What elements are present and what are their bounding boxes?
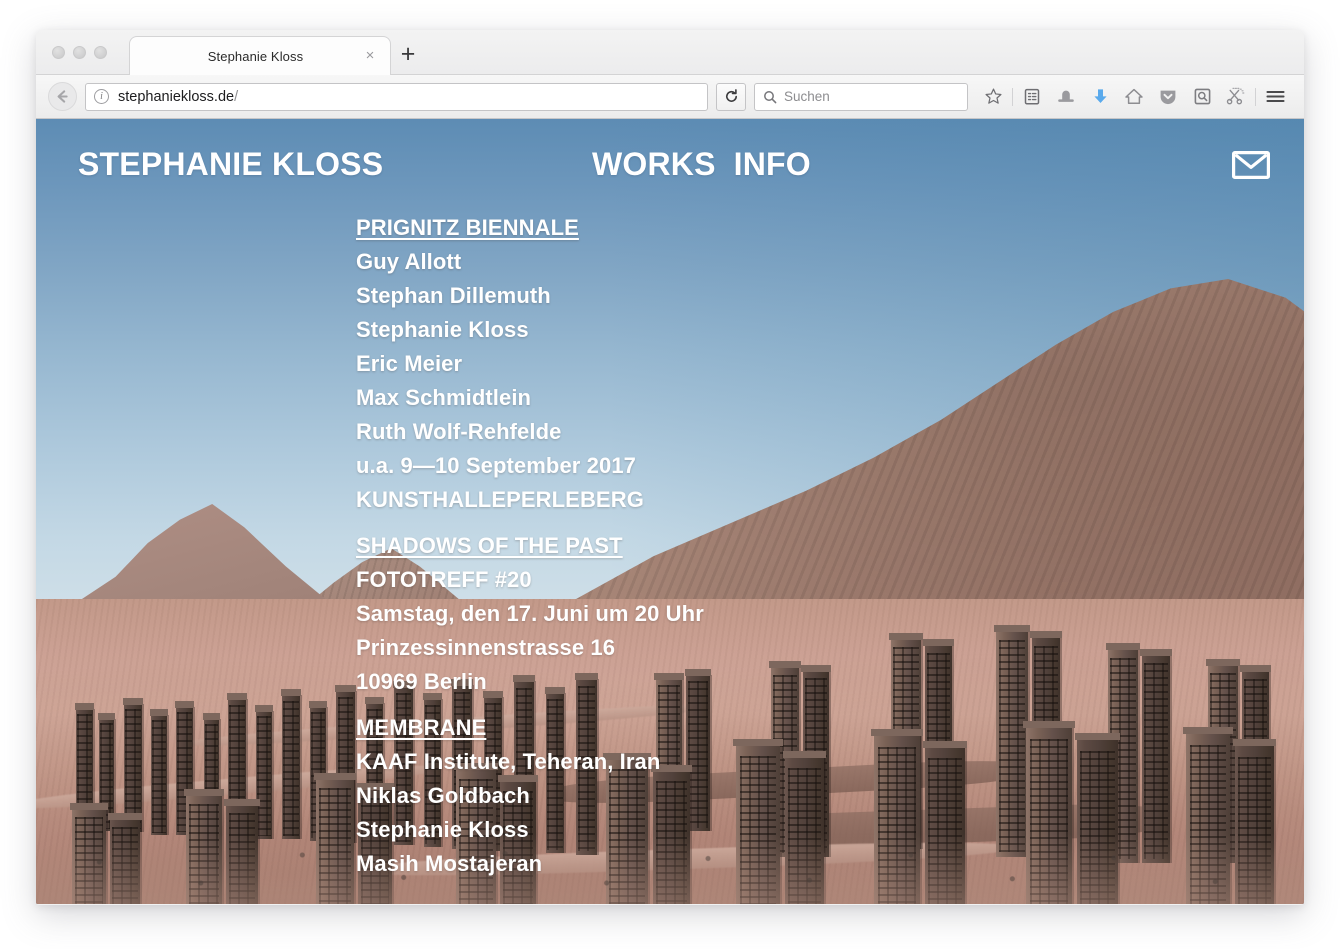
site-info-icon[interactable]: i — [94, 89, 109, 104]
reload-button[interactable] — [716, 82, 746, 111]
search-icon — [764, 90, 777, 103]
screenshot-scissors-icon — [1226, 87, 1245, 105]
block-line: Masih Mostajeran — [356, 851, 543, 876]
tower-block — [994, 625, 1030, 857]
library-icon — [1024, 88, 1040, 105]
bookmark-star-button[interactable] — [976, 82, 1010, 112]
downloads-icon — [1093, 89, 1107, 103]
block-line: Niklas Goldbach — [356, 783, 530, 808]
toolbar-divider — [1012, 87, 1013, 106]
page-viewport: STEPHANIE KLOSS WORKS INFO PRIGNITZ BIEN… — [36, 119, 1304, 904]
url-host: stephaniekloss.de — [118, 88, 235, 105]
envelope-icon — [1232, 151, 1270, 179]
block-line: Stephanie Kloss — [356, 817, 529, 842]
page-zoom-button[interactable] — [1185, 82, 1219, 112]
announcement-block: SHADOWS OF THE PAST FOTOTREFF #20 Samsta… — [356, 529, 996, 699]
screenshot-button[interactable] — [1219, 82, 1253, 112]
block-line: Eric Meier — [356, 351, 463, 376]
url-text: stephaniekloss.de/ — [118, 89, 238, 105]
menu-hamburger-icon — [1265, 91, 1285, 102]
announcement-block: MEMBRANE KAAF Institute, Teheran, Iran N… — [356, 711, 996, 881]
minimize-window-button[interactable] — [73, 46, 86, 59]
announcement-block: PRIGNITZ BIENNALE Guy Allott Stephan Dil… — [356, 211, 996, 517]
bookmark-star-icon — [984, 88, 1002, 104]
site-brand-title: STEPHANIE KLOSS — [78, 146, 384, 182]
block-line: Stephanie Kloss — [356, 317, 529, 342]
toolbar-divider-2 — [1255, 87, 1256, 106]
site-navigation: WORKS INFO — [592, 146, 811, 183]
menu-button[interactable] — [1258, 82, 1292, 112]
library-button[interactable] — [1015, 82, 1049, 112]
pocket-icon — [1160, 90, 1176, 105]
block-line: FOTOTREFF #20 — [356, 567, 532, 592]
navigation-toolbar: i stephaniekloss.de/ Suchen — [36, 75, 1304, 119]
toolbar-icons — [976, 82, 1292, 112]
tower-block — [280, 689, 302, 839]
tab-strip: Stephanie Kloss × + — [36, 30, 1304, 75]
url-path: / — [234, 88, 239, 105]
block-line: Guy Allott — [356, 249, 462, 274]
account-button[interactable] — [1049, 82, 1083, 112]
close-window-button[interactable] — [52, 46, 65, 59]
search-placeholder: Suchen — [784, 89, 830, 104]
block-line: KAAF Institute, Teheran, Iran — [356, 749, 661, 774]
home-icon — [1125, 88, 1143, 104]
window-controls — [52, 46, 107, 59]
block-heading[interactable]: SHADOWS OF THE PAST — [356, 529, 996, 563]
tower-block — [1140, 649, 1172, 863]
block-line: KUNSTHALLEPERLEBERG — [356, 487, 644, 512]
url-bar[interactable]: i stephaniekloss.de/ — [85, 82, 708, 111]
block-line: Samstag, den 17. Juni um 20 Uhr — [356, 601, 704, 626]
new-tab-button[interactable]: + — [394, 41, 422, 69]
block-line: Max Schmidtlein — [356, 385, 532, 410]
block-line: u.a. 9—10 September 2017 — [356, 453, 636, 478]
nav-link-works[interactable]: WORKS — [592, 146, 716, 183]
maximize-window-button[interactable] — [94, 46, 107, 59]
block-line: Stephan Dillemuth — [356, 283, 551, 308]
block-heading[interactable]: MEMBRANE — [356, 711, 996, 745]
tower-block — [150, 709, 168, 835]
back-arrow-icon — [57, 90, 68, 103]
block-line: Prinzessinnenstrasse 16 — [356, 635, 616, 660]
tower-block — [255, 705, 273, 839]
block-heading[interactable]: PRIGNITZ BIENNALE — [356, 211, 996, 245]
page-zoom-icon — [1194, 88, 1210, 105]
search-input[interactable]: Suchen — [754, 82, 968, 111]
site-content: PRIGNITZ BIENNALE Guy Allott Stephan Dil… — [356, 211, 996, 893]
contact-mail-button[interactable] — [1232, 151, 1270, 179]
account-icon — [1058, 90, 1074, 102]
home-button[interactable] — [1117, 82, 1151, 112]
site-header: STEPHANIE KLOSS WORKS INFO — [36, 119, 1304, 209]
block-line: Ruth Wolf-Rehfelde — [356, 419, 562, 444]
browser-tab[interactable]: Stephanie Kloss × — [129, 36, 391, 75]
nav-link-info[interactable]: INFO — [734, 146, 811, 183]
reload-icon — [725, 89, 737, 102]
tab-title: Stephanie Kloss — [207, 48, 304, 64]
pocket-button[interactable] — [1151, 82, 1185, 112]
downloads-button[interactable] — [1083, 82, 1117, 112]
block-line: 10969 Berlin — [356, 669, 487, 694]
close-tab-icon[interactable]: × — [359, 45, 381, 67]
back-button[interactable] — [48, 82, 77, 111]
browser-window: Stephanie Kloss × + i stephaniekloss.de/ — [36, 30, 1304, 905]
